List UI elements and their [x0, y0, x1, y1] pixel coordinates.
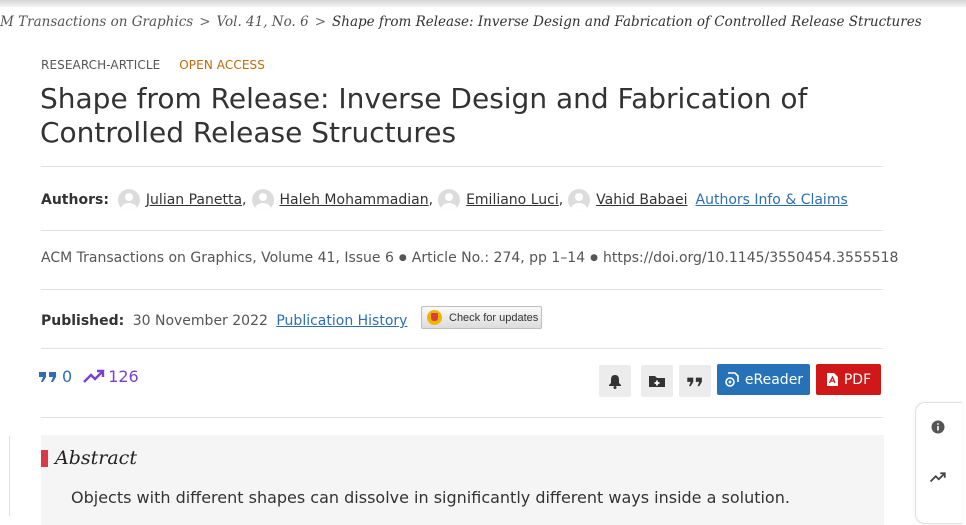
article-type-tag: RESEARCH-ARTICLE	[41, 58, 161, 72]
folder-add-icon	[649, 376, 665, 387]
left-panel-edge	[0, 436, 10, 516]
metrics-button[interactable]	[928, 467, 948, 487]
pdf-button[interactable]: PDF	[816, 364, 881, 395]
published-label: Published:	[41, 313, 125, 329]
trending-icon	[929, 472, 946, 483]
check-for-updates-button[interactable]: Check for updates	[421, 306, 542, 329]
crossmark-icon	[427, 310, 442, 325]
pdf-label: PDF	[843, 371, 872, 388]
info-icon	[931, 420, 945, 434]
info-button[interactable]	[928, 417, 948, 437]
avatar	[251, 189, 274, 211]
authors-row: Authors: Julian Panetta , Haleh Mohammad…	[41, 187, 848, 213]
author-separator: ,	[428, 192, 434, 208]
breadcrumb-separator: >	[199, 14, 211, 30]
doi-link[interactable]: https://doi.org/10.1145/3550454.3555518	[603, 250, 898, 266]
avatar	[438, 189, 461, 211]
citation-count: 0	[62, 366, 73, 386]
avatar	[568, 189, 591, 211]
ereader-icon	[725, 371, 739, 387]
author-item[interactable]: Vahid Babaei	[568, 189, 688, 211]
breadcrumb: M Transactions on Graphics > Vol. 41, No. …	[0, 14, 922, 32]
citation-count-metric[interactable]: 0	[39, 367, 72, 386]
author-separator: ,	[558, 192, 564, 208]
author-name-link[interactable]: Vahid Babaei	[596, 192, 687, 208]
author-name-link[interactable]: Emiliano Luci	[466, 192, 559, 208]
ereader-label: eReader	[744, 371, 804, 388]
add-to-binder-button[interactable]	[641, 365, 673, 397]
open-access-tag: OPEN ACCESS	[179, 58, 265, 72]
author-name-link[interactable]: Julian Panetta	[146, 192, 242, 208]
divider	[41, 348, 883, 349]
citation-journal-link[interactable]: ACM Transactions on Graphics	[41, 250, 252, 266]
publication-history-link[interactable]: Publication History	[276, 313, 407, 329]
author-item[interactable]: Emiliano Luci	[438, 189, 559, 211]
article-tags: RESEARCH-ARTICLE OPEN ACCESS	[41, 58, 265, 72]
citation-issue-link[interactable]: Issue 6	[344, 250, 394, 266]
divider	[41, 166, 883, 167]
author-item[interactable]: Julian Panetta	[117, 189, 242, 211]
citation-volume-link[interactable]: Volume 41	[261, 250, 335, 266]
downloads-count: 126	[108, 366, 139, 386]
author-item[interactable]: Haleh Mohammadian	[251, 189, 429, 211]
bullet: ●	[590, 253, 598, 263]
divider	[41, 230, 883, 231]
breadcrumb-volume-link[interactable]: Vol. 41, No. 6	[217, 14, 309, 30]
alert-button[interactable]	[599, 365, 631, 397]
avatar	[117, 189, 140, 211]
bullet: ●	[398, 253, 407, 263]
abstract-heading: Abstract	[55, 447, 137, 469]
citation-article: Article No.: 274, pp 1–14	[411, 250, 586, 266]
divider	[41, 417, 883, 418]
abstract-accent-bar	[41, 450, 48, 467]
metrics-row: 0 126	[39, 365, 139, 387]
breadcrumb-journal-link[interactable]: M Transactions on Graphics	[0, 14, 193, 30]
published-row: Published: 30 November 2022 Publication …	[41, 313, 407, 329]
citation-line: ACM Transactions on Graphics, Volume 41,…	[41, 250, 899, 266]
authors-info-link[interactable]: Authors Info & Claims	[696, 192, 848, 208]
quote-icon	[687, 377, 702, 387]
divider	[41, 289, 883, 290]
breadcrumb-separator: >	[314, 14, 326, 30]
bell-icon	[609, 374, 621, 389]
cite-button[interactable]	[679, 365, 711, 397]
quote-icon	[39, 372, 56, 382]
breadcrumb-current: Shape from Release: Inverse Design and F…	[332, 14, 922, 30]
trending-up-icon	[83, 369, 105, 383]
pdf-icon	[826, 373, 838, 386]
ereader-button[interactable]: eReader	[717, 364, 810, 395]
abstract-text: Objects with different shapes can dissol…	[71, 488, 790, 507]
downloads-metric[interactable]: 126	[83, 367, 139, 386]
author-name-link[interactable]: Haleh Mohammadian	[280, 192, 429, 208]
author-separator: ,	[242, 192, 247, 208]
article-title: Shape from Release: Inverse Design and F…	[40, 82, 808, 149]
authors-label: Authors:	[41, 192, 109, 208]
check-for-updates-label: Check for updates	[449, 311, 539, 324]
top-shadow	[0, 0, 966, 7]
published-date: 30 November 2022	[132, 313, 268, 329]
